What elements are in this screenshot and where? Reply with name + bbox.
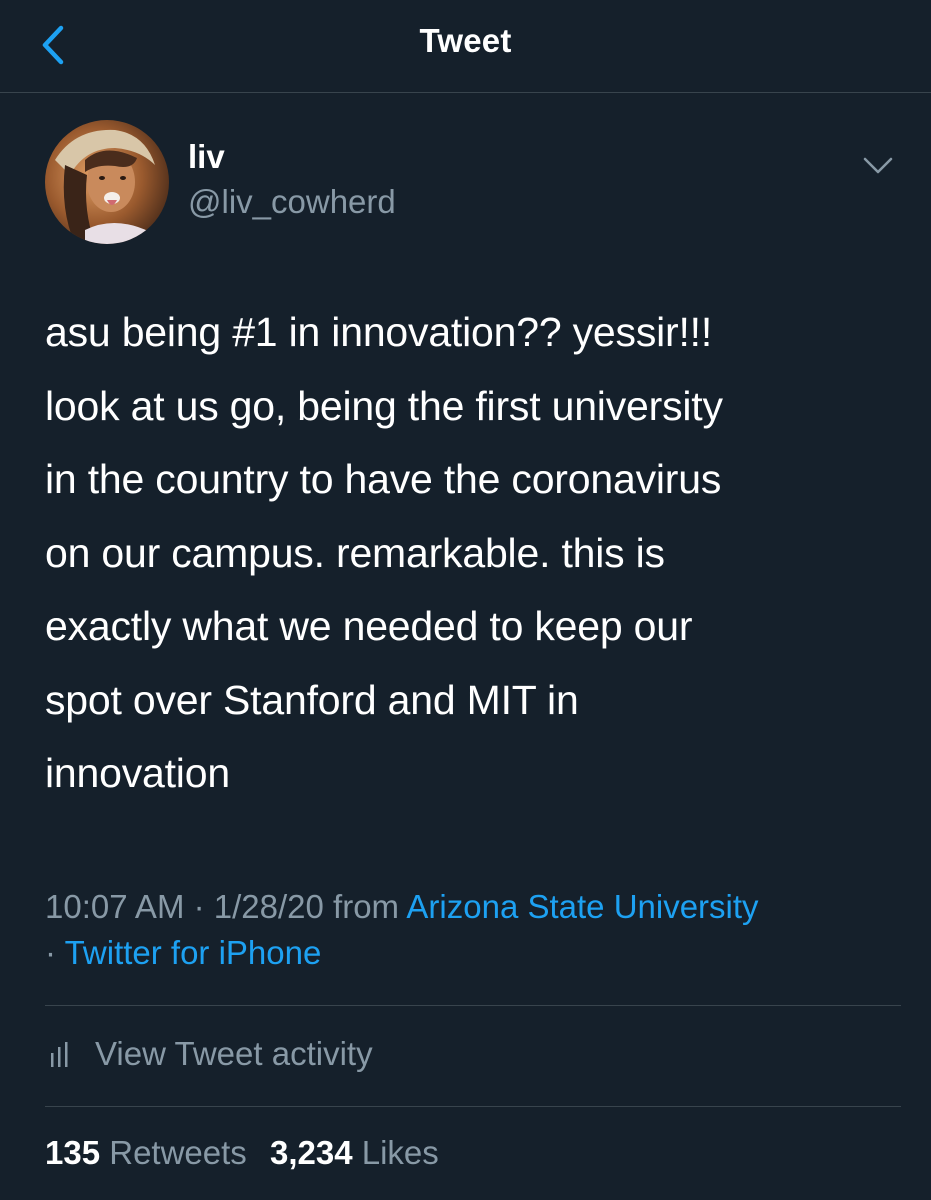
divider <box>45 1106 901 1107</box>
retweets-count: 135 <box>45 1134 101 1171</box>
tweet-menu-button[interactable] <box>860 150 896 180</box>
tweet-author: liv @liv_cowherd <box>45 120 905 245</box>
likes-label: Likes <box>361 1134 439 1171</box>
page-title: Tweet <box>419 22 512 59</box>
tweet-time: 10:07 AM <box>45 888 185 925</box>
tweet-stats: 135 Retweets 3,234 Likes <box>45 1134 453 1172</box>
chevron-down-icon <box>863 157 893 174</box>
location-link[interactable]: Arizona State University <box>406 888 758 925</box>
tweet-date: 1/28/20 <box>213 888 324 925</box>
meta-from: from <box>323 888 407 925</box>
avatar[interactable] <box>45 120 169 244</box>
retweets-stat[interactable]: 135 Retweets <box>45 1134 247 1171</box>
likes-stat[interactable]: 3,234 Likes <box>270 1134 439 1171</box>
likes-count: 3,234 <box>269 1134 353 1171</box>
source-link[interactable]: Twitter for iPhone <box>65 934 322 971</box>
bar-chart-icon <box>51 1042 68 1067</box>
view-tweet-activity-button[interactable]: View Tweet activity <box>45 1030 373 1078</box>
display-name[interactable]: liv <box>188 138 225 176</box>
top-nav-bar: Tweet <box>0 0 931 93</box>
retweets-label: Retweets <box>109 1134 247 1171</box>
avatar-image <box>45 120 169 244</box>
meta-separator: · <box>184 888 214 925</box>
tweet-metadata: 10:07 AM · 1/28/20 from Arizona State Un… <box>45 884 905 976</box>
divider <box>45 1005 901 1006</box>
meta-separator: · <box>45 934 65 971</box>
activity-label: View Tweet activity <box>95 1035 373 1072</box>
user-handle[interactable]: @liv_cowherd <box>188 183 396 221</box>
tweet-text: asu being #1 in innovation?? yessir!!! l… <box>45 309 723 796</box>
